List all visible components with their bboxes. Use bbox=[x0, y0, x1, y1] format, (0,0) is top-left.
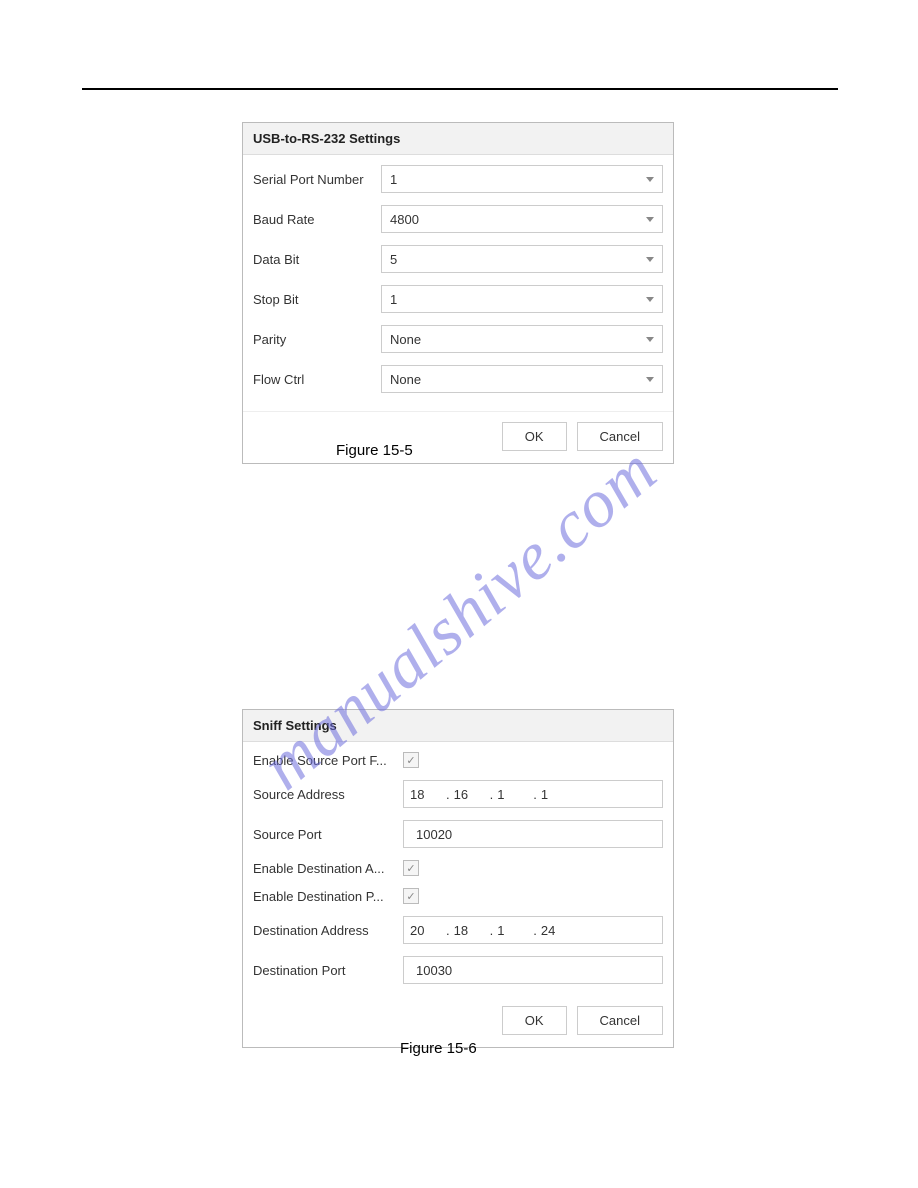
label-enable-source-port: Enable Source Port F... bbox=[253, 753, 403, 768]
row-parity: Parity None bbox=[243, 319, 673, 359]
label-destination-port: Destination Port bbox=[253, 963, 403, 978]
row-flow-ctrl: Flow Ctrl None bbox=[243, 359, 673, 399]
panel-title: USB-to-RS-232 Settings bbox=[243, 123, 673, 155]
dot-icon: . bbox=[533, 787, 537, 802]
panel-body: Serial Port Number 1 Baud Rate 4800 Data… bbox=[243, 155, 673, 411]
row-source-port: Source Port 10020 bbox=[243, 814, 673, 854]
input-destination-port[interactable]: 10030 bbox=[403, 956, 663, 984]
input-source-port[interactable]: 10020 bbox=[403, 820, 663, 848]
panel-title: Sniff Settings bbox=[243, 710, 673, 742]
select-value: None bbox=[390, 372, 421, 387]
ip-octet: 24 bbox=[541, 923, 573, 938]
chevron-down-icon bbox=[646, 217, 654, 222]
chevron-down-icon bbox=[646, 377, 654, 382]
sniff-settings-panel: Sniff Settings Enable Source Port F... ✓… bbox=[242, 709, 674, 1048]
row-data-bit: Data Bit 5 bbox=[243, 239, 673, 279]
label-source-port: Source Port bbox=[253, 827, 403, 842]
label-baud-rate: Baud Rate bbox=[253, 212, 381, 227]
select-value: 1 bbox=[390, 172, 397, 187]
usb-rs232-settings-panel: USB-to-RS-232 Settings Serial Port Numbe… bbox=[242, 122, 674, 464]
chevron-down-icon bbox=[646, 337, 654, 342]
ip-octet: 1 bbox=[497, 923, 529, 938]
row-enable-source-port: Enable Source Port F... ✓ bbox=[243, 746, 673, 774]
label-parity: Parity bbox=[253, 332, 381, 347]
ip-octet: 1 bbox=[497, 787, 529, 802]
cancel-button[interactable]: Cancel bbox=[577, 1006, 663, 1035]
row-enable-dest-port: Enable Destination P... ✓ bbox=[243, 882, 673, 910]
panel-footer: OK Cancel bbox=[243, 411, 673, 463]
label-data-bit: Data Bit bbox=[253, 252, 381, 267]
row-destination-port: Destination Port 10030 bbox=[243, 950, 673, 990]
chevron-down-icon bbox=[646, 297, 654, 302]
dot-icon: . bbox=[446, 923, 450, 938]
label-source-address: Source Address bbox=[253, 787, 403, 802]
row-stop-bit: Stop Bit 1 bbox=[243, 279, 673, 319]
ok-button[interactable]: OK bbox=[502, 1006, 567, 1035]
cancel-button[interactable]: Cancel bbox=[577, 422, 663, 451]
select-value: None bbox=[390, 332, 421, 347]
input-value: 10020 bbox=[416, 827, 452, 842]
label-flow-ctrl: Flow Ctrl bbox=[253, 372, 381, 387]
chevron-down-icon bbox=[646, 177, 654, 182]
select-value: 4800 bbox=[390, 212, 419, 227]
ip-octet: 16 bbox=[454, 787, 486, 802]
ip-octet: 18 bbox=[454, 923, 486, 938]
select-data-bit[interactable]: 5 bbox=[381, 245, 663, 273]
ip-octet: 1 bbox=[541, 787, 573, 802]
label-destination-address: Destination Address bbox=[253, 923, 403, 938]
ip-octet: 20 bbox=[410, 923, 442, 938]
select-value: 1 bbox=[390, 292, 397, 307]
row-destination-address: Destination Address 20 . 18 . 1 . 24 bbox=[243, 910, 673, 950]
page-top-rule bbox=[82, 88, 838, 90]
dot-icon: . bbox=[533, 923, 537, 938]
input-value: 10030 bbox=[416, 963, 452, 978]
ok-button[interactable]: OK bbox=[502, 422, 567, 451]
select-baud-rate[interactable]: 4800 bbox=[381, 205, 663, 233]
dot-icon: . bbox=[490, 923, 494, 938]
input-source-address[interactable]: 18 . 16 . 1 . 1 bbox=[403, 780, 663, 808]
chevron-down-icon bbox=[646, 257, 654, 262]
panel-body: Enable Source Port F... ✓ Source Address… bbox=[243, 742, 673, 1002]
select-serial-port[interactable]: 1 bbox=[381, 165, 663, 193]
checkbox-enable-dest-port[interactable]: ✓ bbox=[403, 888, 419, 904]
label-stop-bit: Stop Bit bbox=[253, 292, 381, 307]
dot-icon: . bbox=[446, 787, 450, 802]
select-stop-bit[interactable]: 1 bbox=[381, 285, 663, 313]
figure-caption-15-5: Figure 15-5 bbox=[336, 442, 413, 459]
select-flow-ctrl[interactable]: None bbox=[381, 365, 663, 393]
row-enable-dest-address: Enable Destination A... ✓ bbox=[243, 854, 673, 882]
row-source-address: Source Address 18 . 16 . 1 . 1 bbox=[243, 774, 673, 814]
ip-octet: 18 bbox=[410, 787, 442, 802]
checkbox-enable-dest-address[interactable]: ✓ bbox=[403, 860, 419, 876]
select-parity[interactable]: None bbox=[381, 325, 663, 353]
label-enable-dest-address: Enable Destination A... bbox=[253, 861, 403, 876]
dot-icon: . bbox=[490, 787, 494, 802]
row-baud-rate: Baud Rate 4800 bbox=[243, 199, 673, 239]
label-serial-port: Serial Port Number bbox=[253, 172, 381, 187]
row-serial-port: Serial Port Number 1 bbox=[243, 159, 673, 199]
select-value: 5 bbox=[390, 252, 397, 267]
figure-caption-15-6: Figure 15-6 bbox=[400, 1040, 477, 1057]
input-destination-address[interactable]: 20 . 18 . 1 . 24 bbox=[403, 916, 663, 944]
checkbox-enable-source-port[interactable]: ✓ bbox=[403, 752, 419, 768]
label-enable-dest-port: Enable Destination P... bbox=[253, 889, 403, 904]
